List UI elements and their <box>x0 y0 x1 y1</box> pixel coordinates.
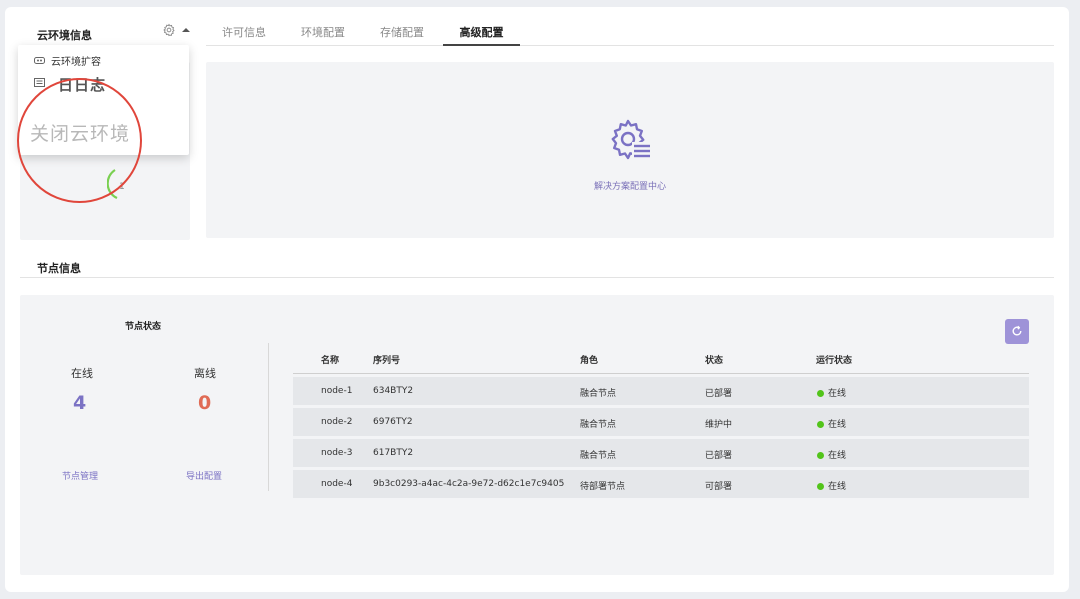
table-row[interactable]: node-4 9b3c0293-a4ac-4c2a-9e72-d62c1e7c9… <box>293 470 1029 498</box>
online-dot-icon <box>817 452 824 459</box>
col-header-status: 状态 <box>705 356 724 366</box>
cell-serial: 6976TY2 <box>373 417 413 427</box>
node-manage-link[interactable]: 节点管理 <box>62 469 98 482</box>
cell-status: 维护中 <box>705 420 733 430</box>
node-status-title: 节点状态 <box>125 322 162 332</box>
dropdown-item-label: 云环境扩容 <box>51 57 101 68</box>
online-dot-icon <box>817 483 824 490</box>
cell-run-status: 在线 <box>817 448 846 461</box>
tab-storage[interactable]: 存储配置 <box>380 24 424 46</box>
cell-name: node-1 <box>321 386 353 396</box>
cell-serial: 9b3c0293-a4ac-4c2a-9e72-d62c1e7c9405 <box>373 479 565 489</box>
cell-name: node-4 <box>321 479 353 489</box>
dropdown-item-log[interactable] <box>34 78 45 87</box>
solution-center-link[interactable]: 解决方案配置中心 <box>206 179 1054 192</box>
col-header-run-status: 运行状态 <box>816 356 853 366</box>
solution-panel: 解决方案配置中心 <box>206 62 1054 238</box>
cell-name: node-3 <box>321 448 353 458</box>
table-header-line <box>293 373 1029 374</box>
vertical-divider <box>268 343 269 491</box>
cell-role: 融合节点 <box>580 389 617 399</box>
cell-serial: 634BTY2 <box>373 386 414 396</box>
col-header-role: 角色 <box>580 356 599 366</box>
cell-status: 已部署 <box>705 451 733 461</box>
cell-serial: 617BTY2 <box>373 448 414 458</box>
col-header-serial: 序列号 <box>373 356 401 366</box>
config-tabs: 许可信息 环境配置 存储配置 高级配置 <box>206 23 1054 46</box>
offline-count: 0 <box>198 392 212 414</box>
run-status-text: 在线 <box>828 482 847 492</box>
tab-environment[interactable]: 环境配置 <box>301 24 345 46</box>
nodes-section-title: 节点信息 <box>37 262 81 275</box>
table-row[interactable]: node-3 617BTY2 融合节点 已部署 在线 <box>293 439 1029 467</box>
log-icon <box>34 78 45 87</box>
run-status-text: 在线 <box>828 451 847 461</box>
cell-role: 融合节点 <box>580 420 617 430</box>
cloud-expand-icon <box>34 57 45 64</box>
cell-role: 待部署节点 <box>580 482 626 492</box>
offline-label: 离线 <box>194 367 216 380</box>
export-config-link[interactable]: 导出配置 <box>186 469 222 482</box>
cell-run-status: 在线 <box>817 479 846 492</box>
online-dot-icon <box>817 421 824 428</box>
dropdown-item-expand[interactable]: 云环境扩容 <box>34 53 101 68</box>
section-divider <box>20 277 1054 278</box>
gear-icon[interactable] <box>162 23 176 37</box>
caret-up-icon[interactable] <box>182 27 190 33</box>
gear-list-icon[interactable] <box>608 118 652 162</box>
cell-status: 可部署 <box>705 482 733 492</box>
run-status-text: 在线 <box>828 420 847 430</box>
cell-run-status: 在线 <box>817 386 846 399</box>
tab-license[interactable]: 许可信息 <box>222 24 266 46</box>
cell-name: node-2 <box>321 417 353 427</box>
cell-status: 已部署 <box>705 389 733 399</box>
highlight-circle <box>17 78 142 203</box>
refresh-button[interactable] <box>1005 319 1029 344</box>
online-label: 在线 <box>71 367 93 380</box>
refresh-icon <box>1012 325 1022 336</box>
run-status-text: 在线 <box>828 389 847 399</box>
table-row[interactable]: node-1 634BTY2 融合节点 已部署 在线 <box>293 377 1029 405</box>
cell-run-status: 在线 <box>817 417 846 430</box>
online-count: 4 <box>73 392 87 414</box>
cloud-info-title: 云环境信息 <box>37 29 92 42</box>
online-dot-icon <box>817 390 824 397</box>
tab-advanced[interactable]: 高级配置 <box>443 24 520 46</box>
cell-role: 融合节点 <box>580 451 617 461</box>
table-row[interactable]: node-2 6976TY2 融合节点 维护中 在线 <box>293 408 1029 436</box>
col-header-name: 名称 <box>321 356 340 366</box>
